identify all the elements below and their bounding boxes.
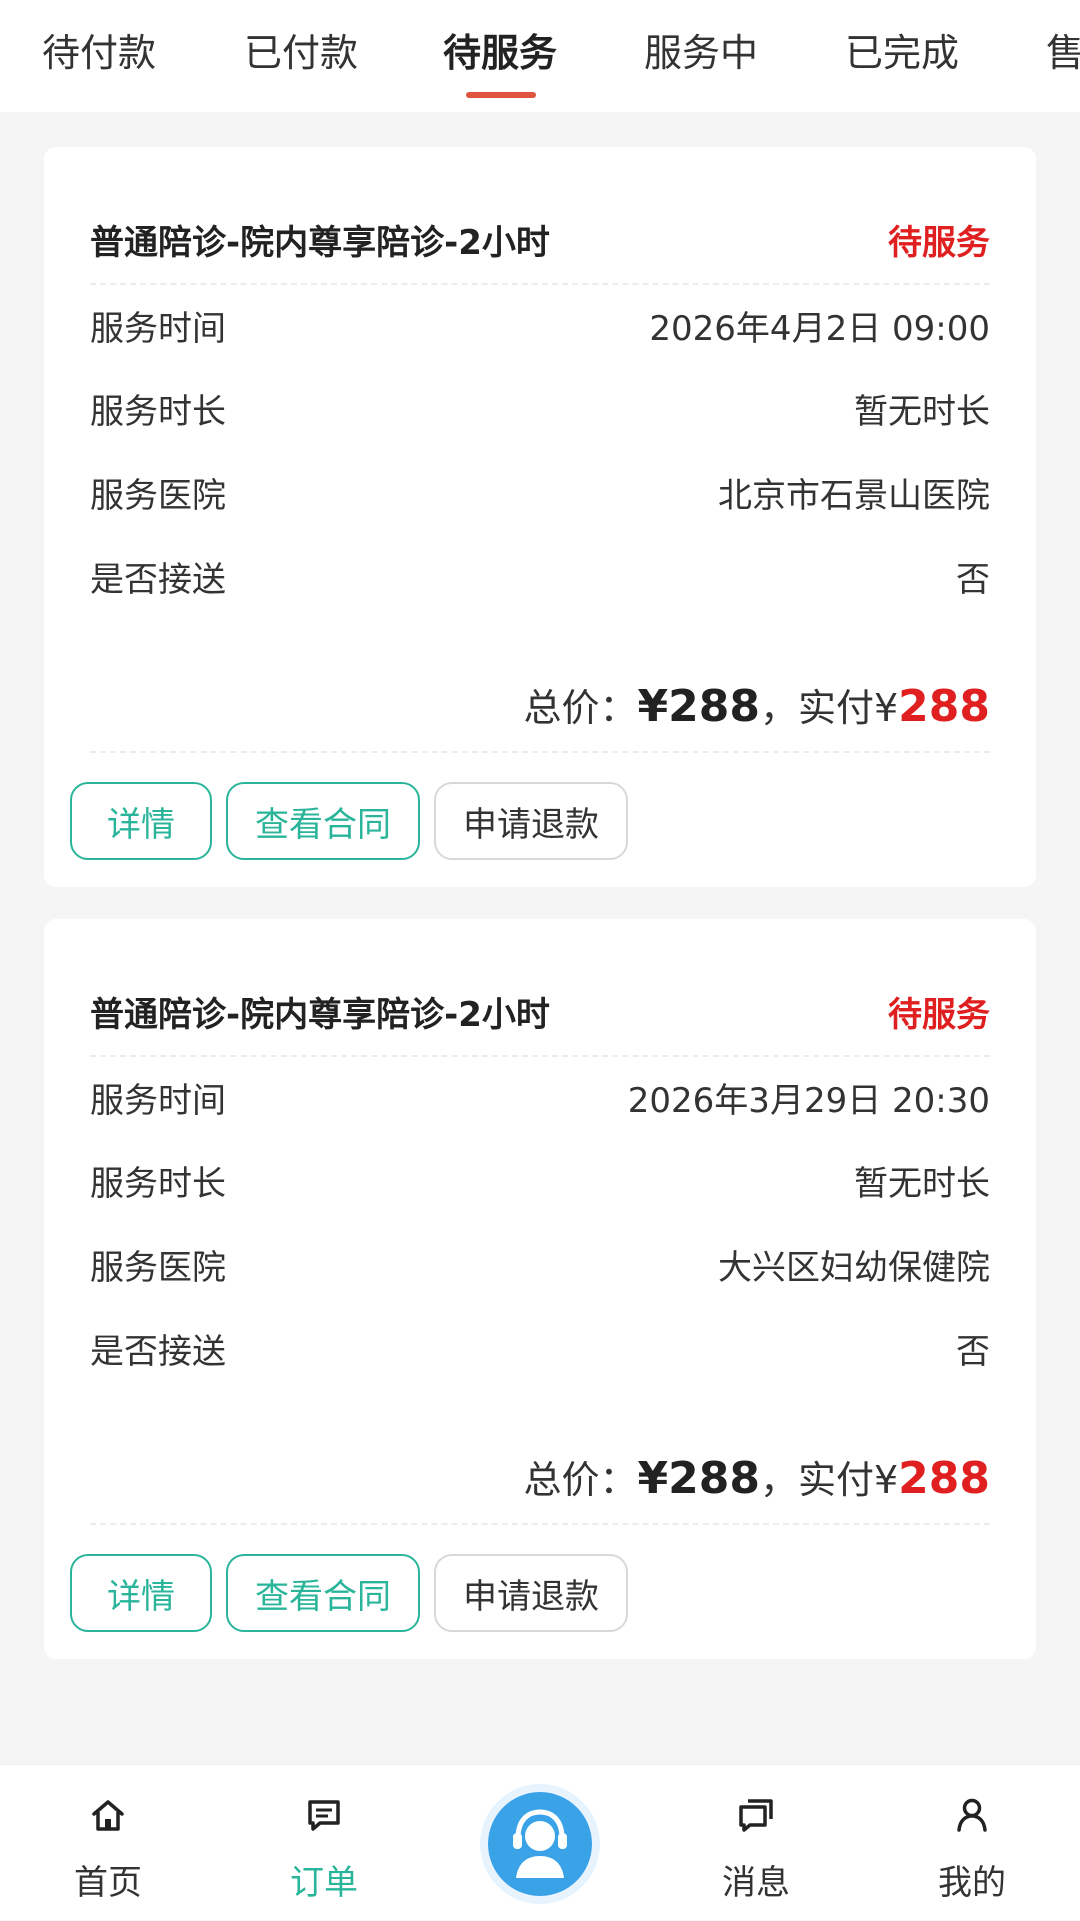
nav-profile-label: 我的: [938, 1863, 1006, 1903]
service-time-value: 2026年3月29日 20:30: [627, 1081, 990, 1121]
order-title: 普通陪诊-院内尊享陪诊-2小时: [90, 223, 550, 263]
order-card: 普通陪诊-院内尊享陪诊-2小时 待服务 服务时间 2026年4月2日 09:00…: [44, 147, 1036, 887]
service-time-value: 2026年4月2日 09:00: [649, 309, 990, 349]
nav-profile[interactable]: 我的: [892, 1765, 1052, 1921]
service-duration-label: 服务时长: [90, 1164, 226, 1204]
divider: [90, 751, 990, 753]
order-card: 普通陪诊-院内尊享陪诊-2小时 待服务 服务时间 2026年3月29日 20:3…: [44, 919, 1036, 1659]
divider: [90, 1523, 990, 1525]
service-hospital-label: 服务医院: [90, 1248, 226, 1288]
service-duration-label: 服务时长: [90, 392, 226, 432]
total-price: ¥288: [637, 1453, 760, 1504]
price-separator: ，: [759, 686, 798, 730]
price-summary: 总价： ¥288 ， 实付¥ 288: [523, 1449, 990, 1504]
pickup-value: 否: [956, 1332, 990, 1372]
tab-pending-payment[interactable]: 待付款: [42, 26, 156, 86]
price-separator: ，: [759, 1458, 798, 1502]
detail-button[interactable]: 详情: [70, 1554, 212, 1632]
service-hospital-value: 北京市石景山医院: [718, 476, 990, 516]
total-price-label: 总价：: [523, 686, 638, 730]
home-icon: [92, 1800, 124, 1831]
detail-button[interactable]: 详情: [70, 782, 212, 860]
tab-in-service[interactable]: 服务中: [644, 26, 758, 86]
service-time-label: 服务时间: [90, 309, 226, 349]
nav-messages[interactable]: 消息: [676, 1765, 836, 1921]
price-summary: 总价： ¥288 ， 实付¥ 288: [523, 677, 990, 732]
request-refund-button[interactable]: 申请退款: [434, 1554, 628, 1632]
total-price: ¥288: [637, 681, 760, 732]
request-refund-button[interactable]: 申请退款: [434, 782, 628, 860]
tab-pending-service[interactable]: 待服务: [443, 26, 557, 86]
paid-price: 288: [898, 1453, 990, 1504]
order-status-tabs: 待付款 已付款 待服务 服务中 已完成 售: [0, 0, 1080, 112]
order-icon: [308, 1800, 340, 1831]
paid-price-label: 实付¥: [797, 1458, 899, 1502]
service-time-label: 服务时间: [90, 1081, 226, 1121]
customer-service-button[interactable]: [488, 1792, 592, 1896]
active-tab-indicator: [466, 92, 536, 98]
tab-paid[interactable]: 已付款: [244, 26, 358, 86]
order-title: 普通陪诊-院内尊享陪诊-2小时: [90, 995, 550, 1035]
service-duration-value: 暂无时长: [854, 392, 990, 432]
divider: [90, 1055, 990, 1057]
message-icon: [739, 1799, 773, 1832]
pickup-value: 否: [956, 560, 990, 600]
paid-price: 288: [898, 681, 990, 732]
pickup-label: 是否接送: [90, 560, 226, 600]
view-contract-button[interactable]: 查看合同: [226, 1554, 420, 1632]
order-status: 待服务: [888, 223, 990, 263]
service-hospital-label: 服务医院: [90, 476, 226, 516]
service-hospital-value: 大兴区妇幼保健院: [718, 1248, 990, 1288]
nav-messages-label: 消息: [722, 1863, 790, 1903]
tab-after-sale[interactable]: 售: [1046, 26, 1080, 86]
divider: [90, 283, 990, 285]
nav-home[interactable]: 首页: [28, 1765, 188, 1921]
service-duration-value: 暂无时长: [854, 1164, 990, 1204]
paid-price-label: 实付¥: [797, 686, 899, 730]
profile-icon: [957, 1798, 987, 1832]
nav-orders-label: 订单: [290, 1863, 358, 1903]
view-contract-button[interactable]: 查看合同: [226, 782, 420, 860]
tab-completed[interactable]: 已完成: [845, 26, 959, 86]
nav-orders[interactable]: 订单: [244, 1765, 404, 1921]
total-price-label: 总价：: [523, 1458, 638, 1502]
customer-service-icon: [513, 1809, 567, 1878]
pickup-label: 是否接送: [90, 1332, 226, 1372]
order-status: 待服务: [888, 995, 990, 1035]
nav-home-label: 首页: [74, 1863, 142, 1903]
